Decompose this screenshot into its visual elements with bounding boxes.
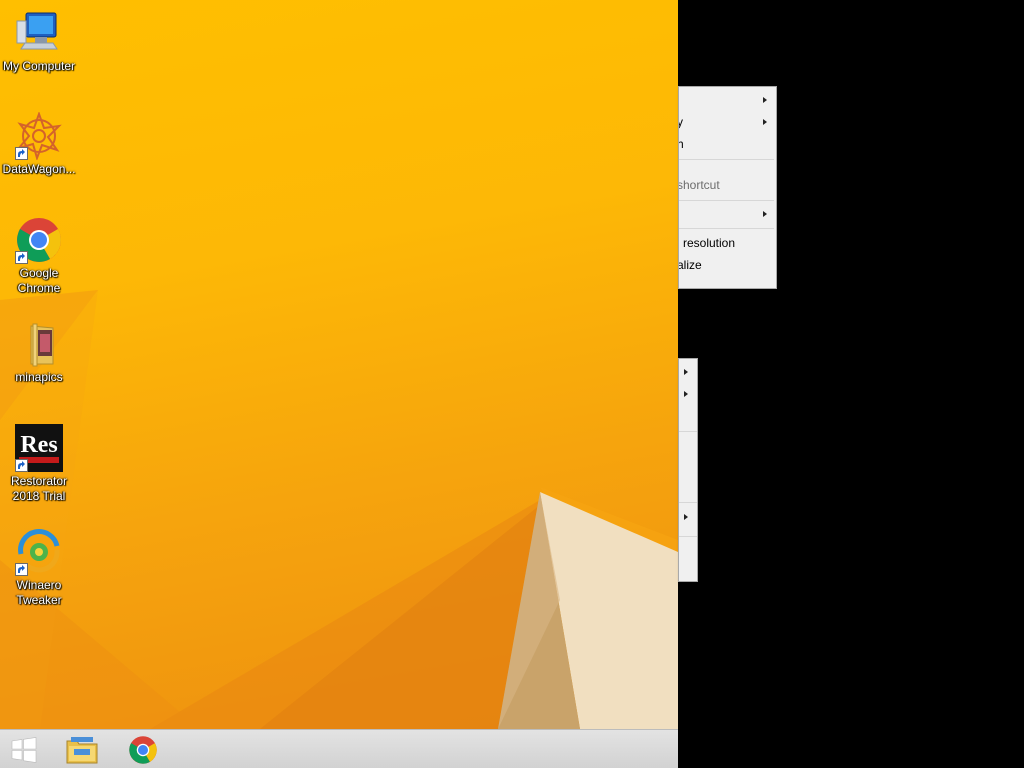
submenu-arrow-icon [763, 119, 767, 125]
desktop-icon-restorator[interactable]: Res Restorator 2018 Trial [0, 424, 78, 504]
menu-item-paste-shortcut[interactable]: shortcut [679, 174, 776, 196]
file-explorer-button[interactable] [56, 730, 108, 768]
desktop-icon-datawagon[interactable]: DataWagon... [0, 112, 78, 177]
shortcut-arrow-icon [15, 147, 28, 160]
submenu-arrow-icon [763, 97, 767, 103]
folder-icon [15, 320, 63, 368]
chrome-icon [129, 735, 157, 764]
desktop-icon-label: minapics [15, 370, 63, 384]
menu-separator [679, 536, 697, 537]
shortcut-arrow-icon [15, 251, 28, 264]
desktop-icon-minapics[interactable]: minapics [0, 320, 78, 385]
menu-item-view[interactable] [679, 89, 776, 111]
my-computer-icon [15, 9, 63, 57]
restorator-logo-text: Res [20, 432, 57, 458]
desktop-icon-label: Google Chrome [17, 266, 61, 295]
shortcut-arrow-icon [15, 563, 28, 576]
desktop-icon-my-computer[interactable]: My Computer [0, 9, 78, 74]
desktop-icon-google-chrome[interactable]: Google Chrome [0, 216, 78, 296]
winaero-icon [15, 528, 63, 576]
menu-item-sort-by[interactable]: y [679, 111, 776, 133]
menu-item-personalize[interactable]: alize [679, 254, 776, 276]
submenu-arrow-icon [684, 369, 688, 375]
secondary-context-menu [678, 358, 698, 582]
submenu-arrow-icon [684, 514, 688, 520]
submenu-arrow-icon [684, 391, 688, 397]
menu-item-submenu-2[interactable] [679, 383, 697, 405]
desktop-icon-winaero-tweaker[interactable]: Winaero Tweaker [0, 528, 78, 608]
screen: My Computer DataWagon... Google Chrome m… [0, 0, 1024, 768]
menu-separator [679, 502, 697, 503]
menu-item-new[interactable] [679, 203, 776, 225]
shortcut-arrow-icon [15, 459, 28, 472]
menu-item-label: h [679, 133, 684, 155]
menu-item-label: alize [678, 258, 702, 272]
windows-logo-icon [11, 736, 37, 763]
desktop-icon-label: Winaero Tweaker [16, 578, 62, 607]
chrome-taskbar-button[interactable] [118, 730, 168, 768]
desktop-icon-label: My Computer [2, 59, 76, 73]
start-button[interactable] [0, 730, 48, 768]
desktop-icon-label: DataWagon... [2, 162, 76, 176]
desktop[interactable]: My Computer DataWagon... Google Chrome m… [0, 0, 678, 729]
menu-item-label: resolution [683, 236, 736, 250]
menu-item-submenu-1[interactable] [679, 361, 697, 383]
file-explorer-icon [66, 736, 98, 763]
datawagon-icon [15, 112, 63, 160]
submenu-arrow-icon [763, 211, 767, 217]
menu-separator [679, 200, 774, 201]
menu-separator [679, 228, 774, 229]
desktop-context-menu: y h shortcut resolution alize [678, 86, 777, 289]
menu-item-label: y [679, 111, 683, 133]
menu-item-screen-resolution[interactable]: resolution [679, 232, 776, 254]
chrome-icon [15, 216, 63, 264]
menu-item-label: shortcut [678, 178, 720, 192]
taskbar [0, 729, 678, 768]
menu-item-refresh[interactable]: h [679, 133, 776, 155]
restorator-icon: Res [15, 424, 63, 472]
menu-item-submenu-3[interactable] [679, 506, 697, 528]
wallpaper [0, 290, 678, 729]
desktop-icon-label: Restorator 2018 Trial [10, 474, 68, 503]
